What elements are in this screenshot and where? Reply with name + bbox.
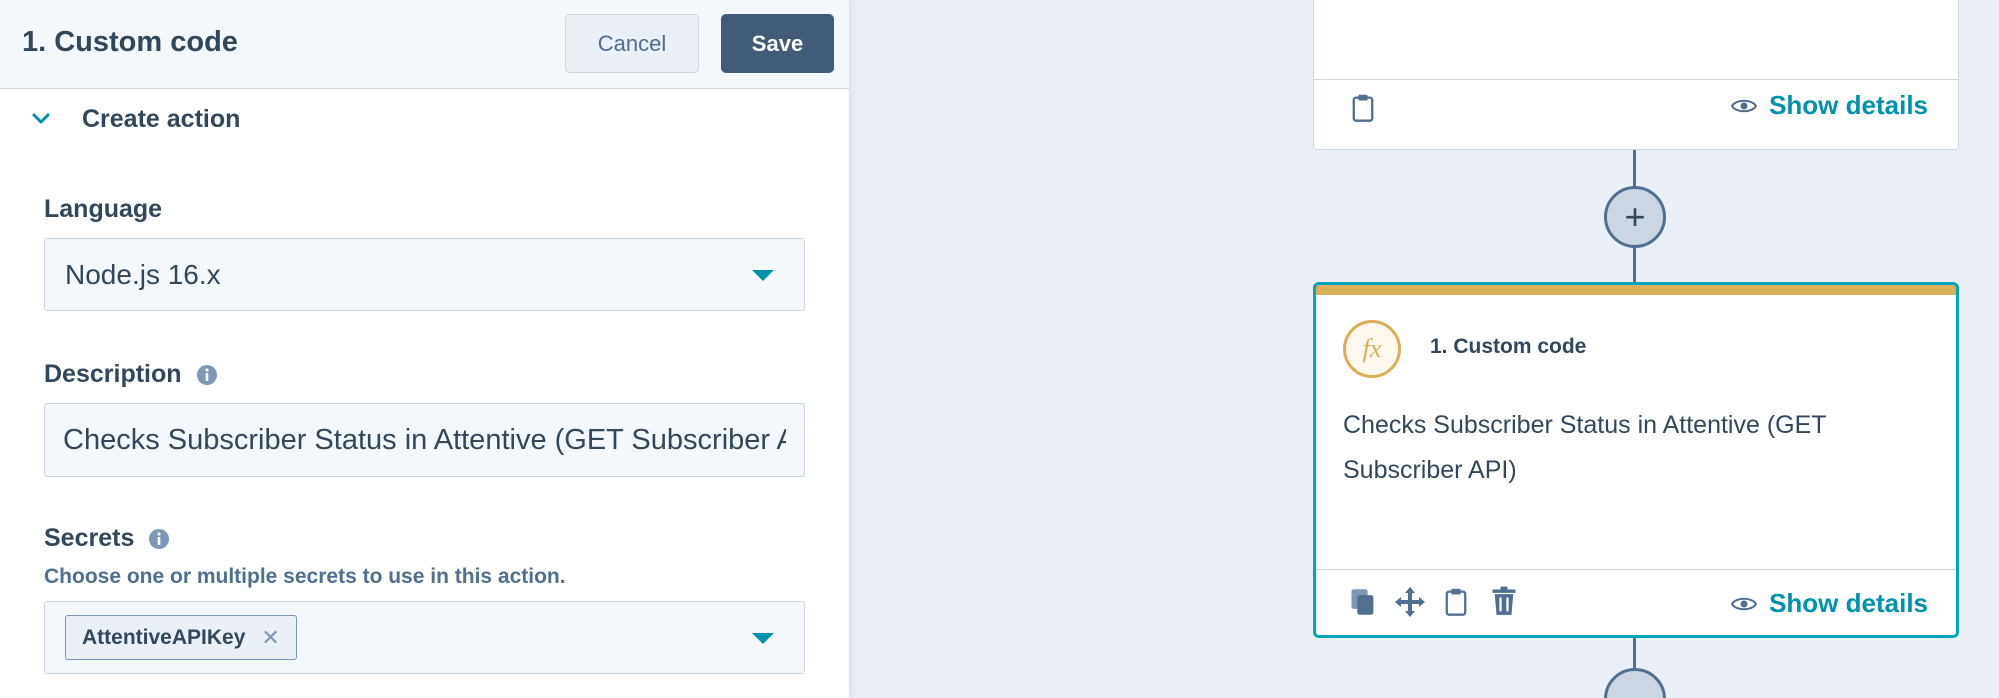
clipboard-icon[interactable] [1349, 93, 1377, 123]
clone-icon[interactable] [1349, 587, 1377, 617]
secrets-label: Secrets [44, 524, 170, 553]
section-label: Create action [82, 104, 241, 133]
connector-line [1633, 150, 1636, 188]
show-details-link[interactable]: Show details [1731, 588, 1928, 619]
action-card-description: Checks Subscriber Status in Attentive (G… [1343, 411, 1827, 484]
show-details-label: Show details [1769, 90, 1928, 120]
language-select-value: Node.js 16.x [65, 259, 221, 290]
cancel-button[interactable]: Cancel [565, 14, 699, 73]
caret-down-icon [752, 270, 774, 281]
previous-action-card[interactable]: Show details [1313, 0, 1959, 150]
eye-icon [1731, 99, 1758, 112]
save-button[interactable]: Save [721, 14, 834, 73]
connector-line [1633, 638, 1636, 672]
card-footer-divider [1314, 79, 1958, 80]
language-label-text: Language [44, 195, 163, 223]
show-details-link[interactable]: Show details [1731, 90, 1928, 121]
description-input[interactable] [44, 403, 805, 477]
language-label: Language [44, 195, 162, 224]
card-accent-bar [1316, 285, 1956, 295]
caret-down-icon [752, 633, 774, 644]
secrets-select[interactable]: AttentiveAPIKey ✕ [44, 601, 805, 674]
secret-tag-label: AttentiveAPIKey [82, 625, 246, 649]
create-action-section-toggle[interactable]: Create action [26, 104, 240, 134]
language-select[interactable]: Node.js 16.x [44, 238, 805, 311]
show-details-label: Show details [1769, 588, 1928, 618]
connector-line [1633, 248, 1636, 284]
add-step-button[interactable]: + [1604, 186, 1666, 248]
panel-header: 1. Custom code Cancel Save [0, 0, 849, 89]
custom-code-icon: fx [1343, 320, 1401, 378]
chevron-down-icon [26, 104, 56, 134]
action-editor-panel: 1. Custom code Cancel Save Create action… [0, 0, 849, 698]
secret-tag: AttentiveAPIKey ✕ [65, 615, 297, 660]
trash-icon[interactable] [1490, 586, 1518, 616]
eye-icon [1731, 597, 1758, 610]
action-card-title: 1. Custom code [1430, 335, 1587, 358]
description-label: Description [44, 360, 218, 389]
secrets-label-text: Secrets [44, 524, 135, 552]
add-step-button[interactable] [1604, 668, 1666, 698]
plus-icon: + [1624, 196, 1646, 237]
panel-title: 1. Custom code [22, 26, 238, 58]
info-icon[interactable] [148, 528, 170, 550]
description-label-text: Description [44, 360, 182, 388]
clipboard-icon[interactable] [1442, 587, 1470, 617]
remove-tag-icon[interactable]: ✕ [261, 625, 279, 651]
info-icon[interactable] [196, 364, 218, 386]
secrets-help-text: Choose one or multiple secrets to use in… [44, 565, 566, 588]
move-icon[interactable] [1393, 585, 1427, 619]
card-footer-divider [1316, 569, 1956, 570]
custom-code-action-card[interactable]: fx 1. Custom code Checks Subscriber Stat… [1313, 282, 1959, 638]
